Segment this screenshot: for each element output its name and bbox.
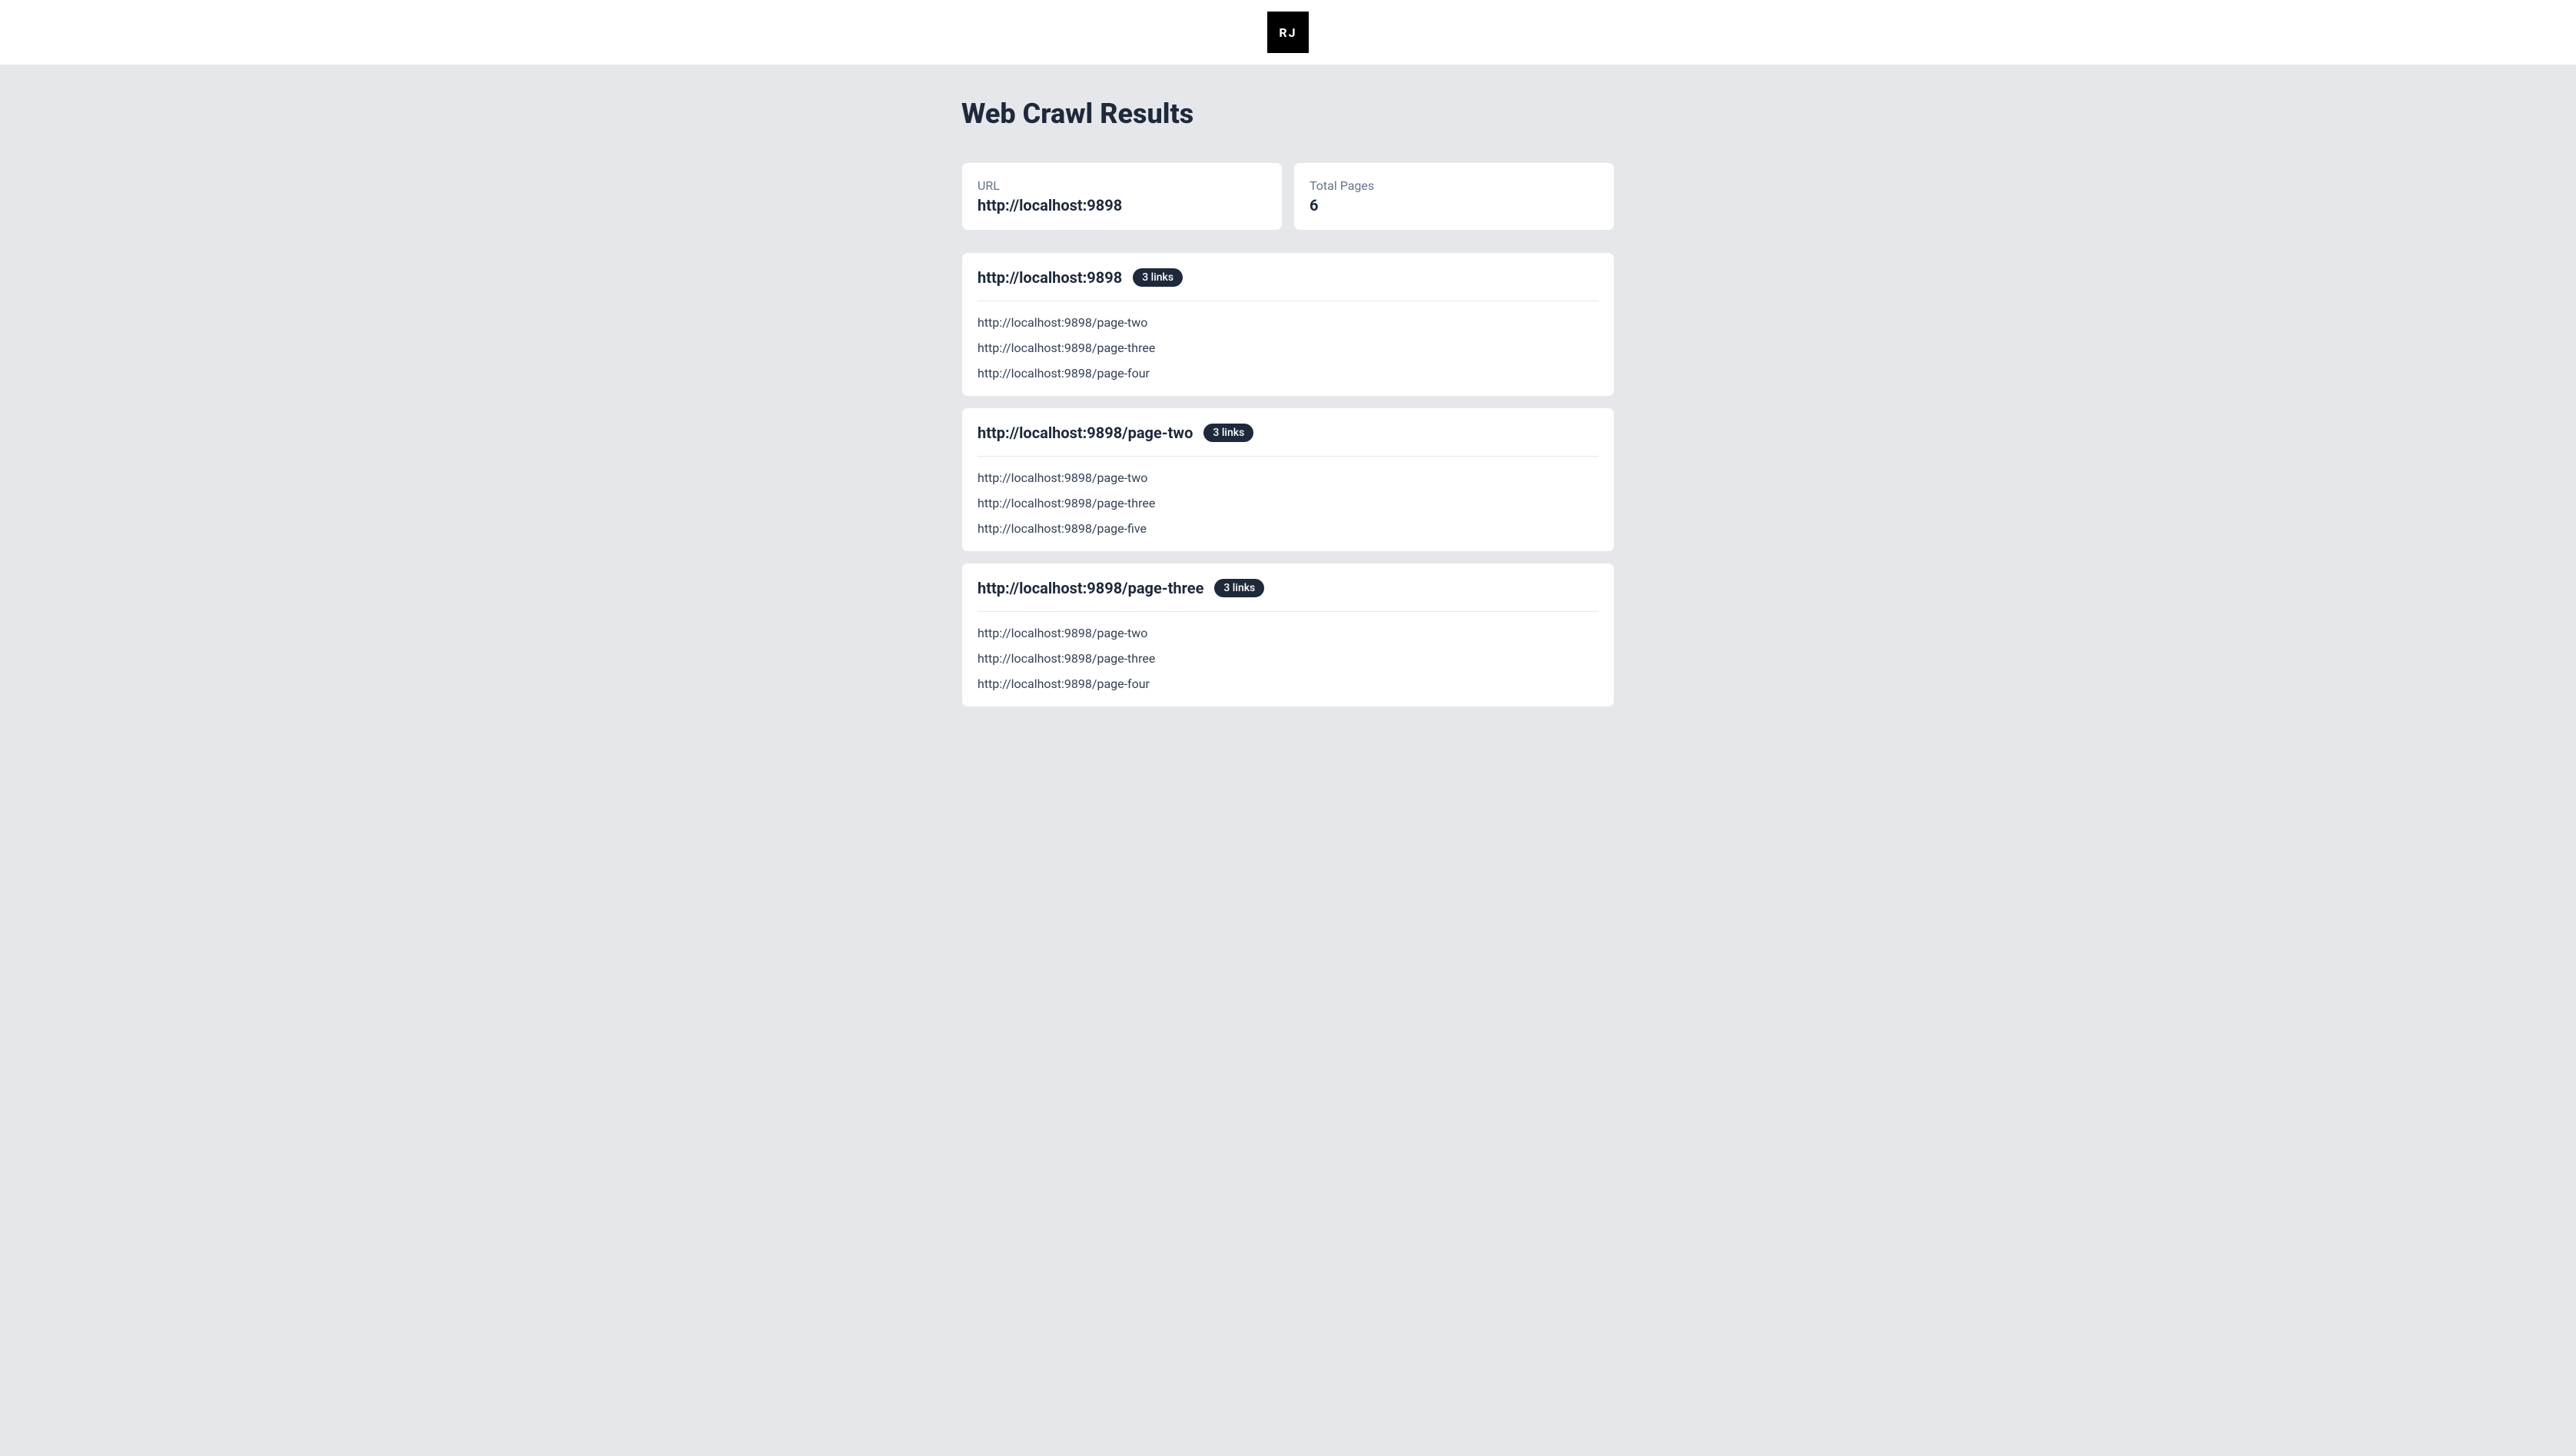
result-header: http://localhost:9898/page-two 3 links — [978, 424, 1598, 457]
main-content: Web Crawl Results URL http://localhost:9… — [961, 65, 1615, 750]
result-card: http://localhost:9898 3 links http://loc… — [961, 252, 1615, 397]
result-url: http://localhost:9898/page-three — [978, 579, 1203, 597]
header: RJ — [0, 0, 2576, 65]
link-item[interactable]: http://localhost:9898/page-three — [978, 341, 1598, 355]
summary-card-total-pages: Total Pages 6 — [1293, 162, 1615, 231]
link-list: http://localhost:9898/page-two http://lo… — [978, 315, 1598, 381]
link-count-badge: 3 links — [1133, 268, 1183, 287]
result-header: http://localhost:9898 3 links — [978, 268, 1598, 301]
link-item[interactable]: http://localhost:9898/page-three — [978, 496, 1598, 510]
result-url: http://localhost:9898 — [978, 268, 1122, 287]
summary-url-label: URL — [978, 178, 1266, 193]
link-item[interactable]: http://localhost:9898/page-two — [978, 626, 1598, 640]
summary-url-value: http://localhost:9898 — [978, 196, 1266, 214]
result-card: http://localhost:9898/page-two 3 links h… — [961, 407, 1615, 552]
link-item[interactable]: http://localhost:9898/page-four — [978, 366, 1598, 381]
link-item[interactable]: http://localhost:9898/page-four — [978, 676, 1598, 691]
summary-card-url: URL http://localhost:9898 — [961, 162, 1283, 231]
link-count-badge: 3 links — [1203, 424, 1253, 442]
result-card: http://localhost:9898/page-three 3 links… — [961, 563, 1615, 707]
summary-total-pages-value: 6 — [1310, 196, 1598, 214]
summary-total-pages-label: Total Pages — [1310, 178, 1598, 193]
summary-row: URL http://localhost:9898 Total Pages 6 — [961, 162, 1615, 231]
link-count-badge: 3 links — [1214, 579, 1264, 597]
link-list: http://localhost:9898/page-two http://lo… — [978, 470, 1598, 536]
link-item[interactable]: http://localhost:9898/page-two — [978, 315, 1598, 330]
result-url: http://localhost:9898/page-two — [978, 424, 1193, 442]
link-item[interactable]: http://localhost:9898/page-three — [978, 651, 1598, 666]
result-header: http://localhost:9898/page-three 3 links — [978, 579, 1598, 612]
page-title: Web Crawl Results — [961, 98, 1615, 130]
link-item[interactable]: http://localhost:9898/page-five — [978, 521, 1598, 536]
link-list: http://localhost:9898/page-two http://lo… — [978, 626, 1598, 691]
logo[interactable]: RJ — [1267, 12, 1309, 53]
link-item[interactable]: http://localhost:9898/page-two — [978, 470, 1598, 485]
